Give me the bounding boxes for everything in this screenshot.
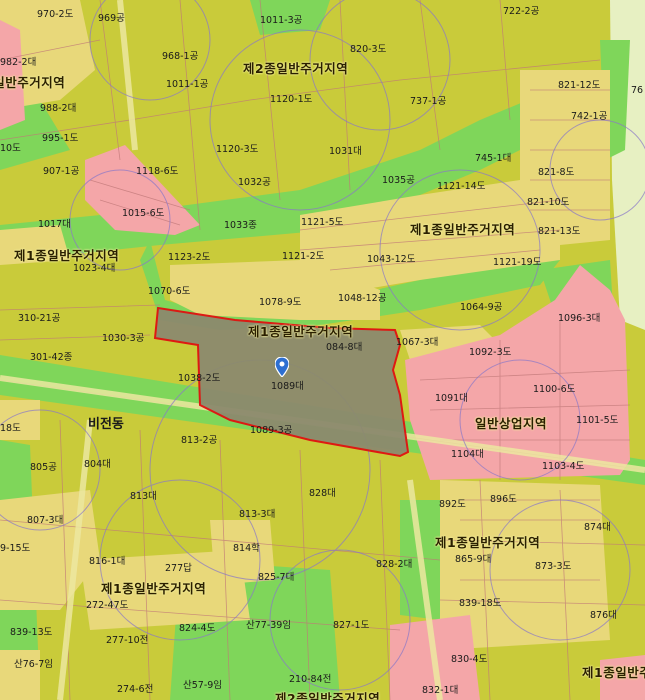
- zone-label: 일반상업지역: [475, 416, 548, 431]
- dong-label: 비전동: [88, 417, 124, 432]
- zone-label: 제2종일반주거지역: [275, 691, 381, 700]
- zone-label: 제1종일반주거지역: [410, 222, 516, 237]
- zone-label: 제1종일반주거지역: [435, 535, 541, 550]
- zone-label: 제1종일반주거지역: [0, 75, 66, 90]
- zone-label: 제1종일반주거지역: [248, 324, 354, 339]
- zone-label: 제2종일반주거지역: [243, 61, 349, 76]
- map-pin-icon[interactable]: [275, 357, 289, 377]
- map-base-layer: [0, 0, 645, 700]
- zone-label: 제1종일반주거지역: [582, 665, 645, 680]
- zone-label: 제1종일반주거지역: [101, 581, 207, 596]
- zone-label: 제1종일반주거지역: [14, 248, 120, 263]
- zoning-map[interactable]: 제2종일반주거지역 제1종일반주거지역 제1종일반주거지역 제1종일반주거지역 …: [0, 0, 645, 700]
